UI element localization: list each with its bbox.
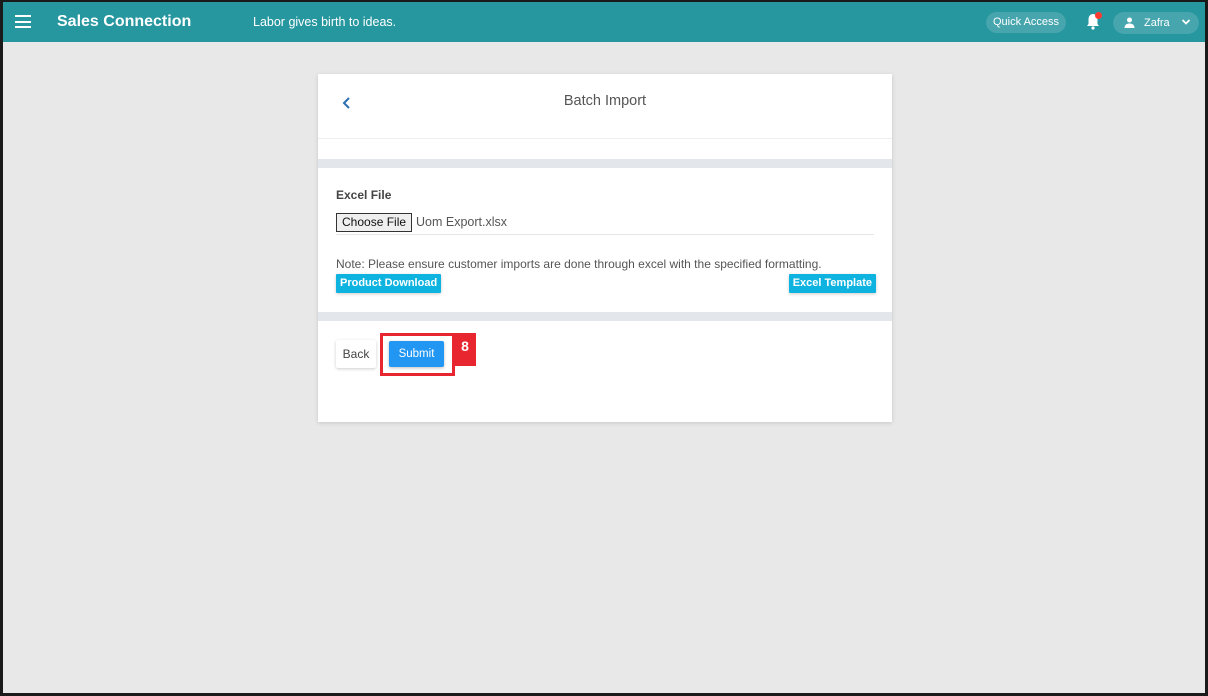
chevron-down-icon xyxy=(1181,19,1191,25)
excel-template-button[interactable]: Excel Template xyxy=(788,274,876,293)
excel-file-label: Excel File xyxy=(336,188,392,202)
page-title: Batch Import xyxy=(563,93,647,109)
top-navbar: Sales Connection Labor gives birth to id… xyxy=(3,2,1205,42)
user-name: Zafra xyxy=(1144,17,1170,29)
batch-import-card: Batch Import Excel File Choose File Uom … xyxy=(318,74,892,422)
card-header: Batch Import xyxy=(318,74,892,139)
app-window: Sales Connection Labor gives birth to id… xyxy=(3,2,1205,693)
choose-file-button[interactable]: Choose File xyxy=(336,213,413,232)
annotation-highlight-box xyxy=(380,333,455,376)
hamburger-menu-icon[interactable] xyxy=(15,15,31,28)
file-input: Choose File Uom Export.xlsx xyxy=(336,209,874,235)
annotation-label: 8 xyxy=(454,333,476,366)
user-menu-button[interactable]: Zafra xyxy=(1113,12,1199,34)
app-title[interactable]: Sales Connection xyxy=(57,13,191,31)
notification-dot xyxy=(1095,12,1102,19)
back-button[interactable]: Back xyxy=(336,340,376,368)
section-divider xyxy=(318,312,892,321)
section-divider xyxy=(318,159,892,168)
quick-access-button[interactable]: Quick Access xyxy=(986,12,1067,33)
selected-file-name: Uom Export.xlsx xyxy=(416,215,507,229)
import-note: Note: Please ensure customer imports are… xyxy=(336,257,822,271)
tagline: Labor gives birth to ideas. xyxy=(253,15,397,29)
user-icon xyxy=(1124,17,1135,28)
product-download-button[interactable]: Product Download xyxy=(336,274,442,293)
